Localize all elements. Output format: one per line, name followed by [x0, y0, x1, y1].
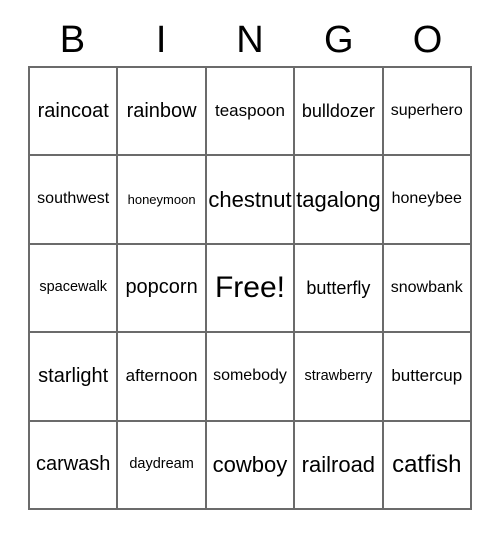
bingo-cell[interactable]: popcorn — [118, 244, 207, 334]
bingo-cell[interactable]: bulldozer — [295, 68, 384, 157]
bingo-row: starlight afternoon somebody strawberry … — [30, 333, 472, 422]
bingo-cell-label: buttercup — [391, 366, 463, 386]
bingo-row: carwash daydream cowboy railroad catfish — [30, 421, 472, 510]
bingo-cell[interactable]: chestnut — [206, 156, 296, 245]
bingo-cell[interactable]: catfish — [383, 421, 472, 510]
bingo-cell[interactable]: tagalong — [295, 156, 384, 245]
bingo-cell[interactable]: daydream — [118, 421, 207, 510]
bingo-cell-label: bulldozer — [301, 100, 375, 121]
bingo-cell[interactable]: strawberry — [295, 333, 384, 422]
bingo-cell-label: chestnut — [208, 187, 292, 213]
bingo-cell-label: honeybee — [391, 190, 462, 208]
bingo-cell[interactable]: buttercup — [383, 333, 472, 422]
bingo-cell-label: teaspoon — [215, 101, 285, 121]
bingo-cell-label: cowboy — [212, 452, 288, 478]
bingo-header-letter-i: I — [155, 19, 167, 61]
bingo-cell[interactable]: raincoat — [30, 68, 119, 157]
bingo-cell-label: spacewalk — [39, 279, 108, 296]
bingo-cell[interactable]: railroad — [295, 421, 384, 510]
bingo-cell-label: somebody — [213, 366, 287, 384]
bingo-cell[interactable]: snowbank — [383, 244, 472, 334]
bingo-cell-label: starlight — [38, 364, 109, 387]
bingo-cell-label: raincoat — [37, 99, 109, 122]
bingo-cell-label: butterfly — [306, 277, 371, 298]
bingo-cell-label: superhero — [390, 101, 463, 119]
bingo-cell[interactable]: starlight — [30, 333, 119, 422]
bingo-cell-label: rainbow — [126, 99, 197, 122]
bingo-cell-label: carwash — [35, 453, 111, 476]
bingo-cell-label: catfish — [392, 451, 462, 479]
bingo-header-letter-o: O — [412, 19, 443, 61]
bingo-cell[interactable]: afternoon — [118, 333, 207, 422]
bingo-cell[interactable]: carwash — [30, 421, 119, 510]
bingo-cell[interactable]: butterfly — [295, 244, 384, 334]
bingo-cell[interactable]: spacewalk — [30, 244, 119, 334]
bingo-cell-label: snowbank — [390, 278, 463, 296]
bingo-cell-label: popcorn — [125, 276, 198, 299]
bingo-cell[interactable]: rainbow — [118, 68, 207, 157]
bingo-cell-label: tagalong — [296, 187, 381, 213]
bingo-card: B I N G O raincoat rainbow teaspoon bull… — [28, 14, 472, 510]
bingo-cell[interactable]: somebody — [206, 333, 296, 422]
bingo-cell[interactable]: superhero — [383, 68, 472, 157]
bingo-header-letter-g: G — [324, 19, 354, 61]
bingo-cell[interactable]: honeymoon — [118, 156, 207, 245]
bingo-row: southwest honeymoon chestnut tagalong ho… — [30, 156, 472, 245]
bingo-header-letter-n: N — [236, 19, 264, 61]
bingo-cell-label: honeymoon — [127, 191, 196, 207]
bingo-grid: raincoat rainbow teaspoon bulldozer supe… — [28, 66, 472, 510]
bingo-header-letter-b: B — [59, 19, 86, 61]
bingo-cell[interactable]: cowboy — [206, 421, 296, 510]
bingo-free-space-label: Free! — [214, 271, 285, 305]
bingo-cell-label: strawberry — [304, 367, 373, 384]
bingo-cell-label: daydream — [129, 456, 194, 473]
bingo-cell[interactable]: honeybee — [383, 156, 472, 245]
bingo-cell-label: railroad — [301, 452, 376, 478]
bingo-row: raincoat rainbow teaspoon bulldozer supe… — [30, 68, 472, 157]
bingo-cell[interactable]: teaspoon — [206, 68, 296, 157]
bingo-cell[interactable]: southwest — [30, 156, 119, 245]
bingo-cell-label: afternoon — [125, 366, 198, 386]
bingo-cell-label: southwest — [37, 190, 110, 208]
bingo-row: spacewalk popcorn Free! butterfly snowba… — [30, 244, 472, 334]
bingo-cell-free-space[interactable]: Free! — [206, 244, 296, 334]
bingo-header-row: B I N G O — [28, 14, 472, 66]
